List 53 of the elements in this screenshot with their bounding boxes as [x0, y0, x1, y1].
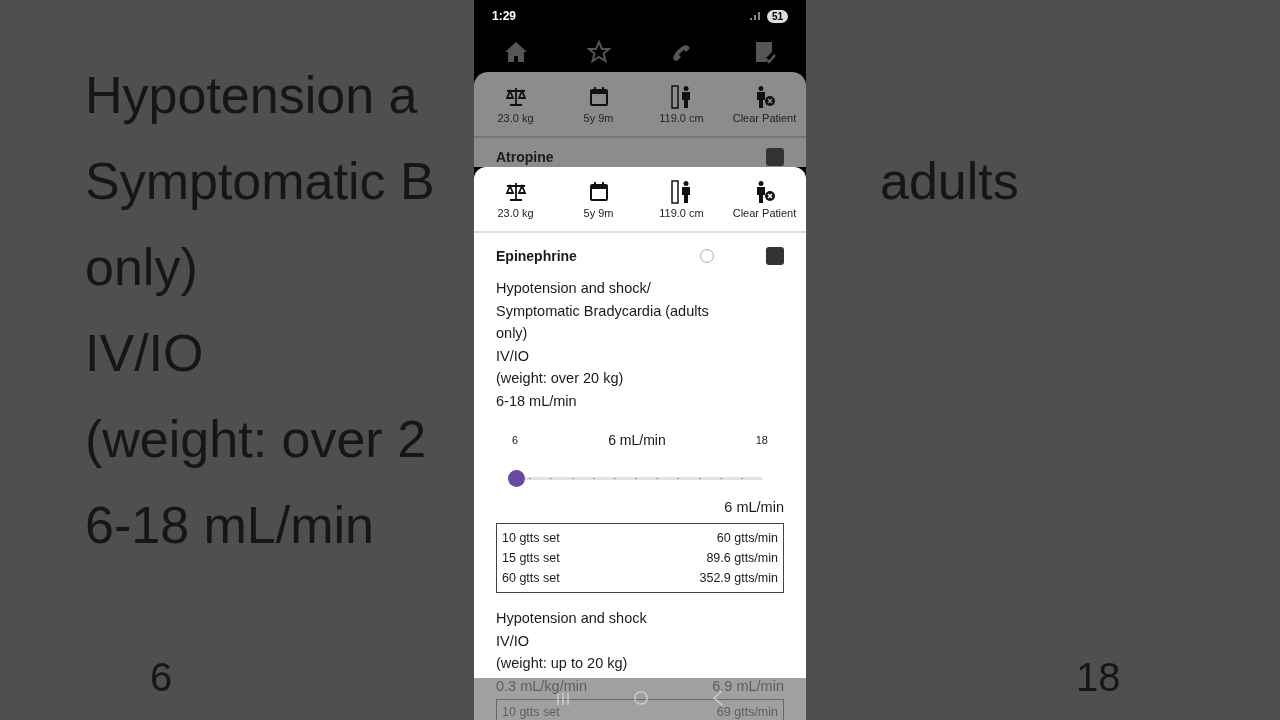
drug-name: Epinephrine: [496, 248, 578, 264]
home-icon: [503, 41, 528, 63]
patient-button[interactable]: 119.0 cm: [640, 179, 723, 219]
patient-button[interactable]: 23.0 kg: [474, 179, 557, 219]
patient-button[interactable]: 5y 9m: [557, 84, 640, 124]
patient-button[interactable]: 5y 9m: [557, 179, 640, 219]
checkbox[interactable]: [766, 148, 784, 166]
blurred-text: (weight: over 2: [85, 409, 427, 470]
patient-button[interactable]: Clear Patient: [723, 179, 806, 219]
back-icon[interactable]: [712, 690, 725, 706]
dose-text: 6-18 mL/min: [496, 391, 578, 411]
slider-max: 18: [755, 434, 768, 446]
dose-text: (weight: up to 20 kg): [496, 654, 629, 673]
slider-min: 6: [512, 434, 519, 446]
blurred-text: 18: [1075, 655, 1121, 701]
table-cell-text: 10 gtts set: [502, 530, 560, 547]
star-icon: [586, 40, 611, 64]
blurred-text: adults: [880, 151, 1019, 212]
home-button-icon[interactable]: [633, 690, 649, 706]
dose-text: Hypotension and shock: [496, 609, 648, 628]
dose-per-kg: 0.3 mL/kg/min: [496, 678, 588, 694]
table-cell-text: 69 gtts/min: [716, 703, 778, 720]
table-cell-text: 89.6 gtts/min: [706, 550, 778, 567]
dose-text: IV/IO: [496, 631, 531, 651]
patient-button[interactable]: 23.0 kg: [474, 84, 557, 124]
blurred-text: only): [85, 237, 198, 298]
table-cell-text: 10 gtts set: [502, 703, 560, 720]
signal-icon: [748, 11, 761, 21]
checkbox[interactable]: [766, 247, 784, 265]
slider-value: 6 mL/min: [608, 432, 666, 448]
dose-text: Symptomatic Bradycardia (adults only): [496, 301, 710, 343]
dose-text: (weight: over 20 kg): [496, 369, 625, 388]
patient-button[interactable]: 119.0 cm: [640, 84, 723, 124]
blurred-text: 6-18 mL/min: [85, 495, 374, 556]
dose-total: 6.9 mL/min: [712, 678, 784, 694]
clock: 1:29: [492, 9, 517, 23]
blurred-text: Hypotension a: [85, 65, 418, 126]
dose-text: Hypotension and shock/: [496, 279, 652, 298]
table-cell-text: 352.9 gtts/min: [699, 570, 778, 587]
dose-text: IV/IO: [496, 346, 531, 366]
table-cell-text: 15 gtts set: [502, 550, 560, 567]
blurred-text: IV/IO: [85, 323, 204, 384]
slider-track[interactable]: [508, 470, 762, 487]
blurred-text: 6: [149, 655, 173, 701]
slider-thumb[interactable]: [508, 470, 525, 487]
blurred-text: Symptomatic B: [85, 151, 435, 212]
dose-result: 6 mL/min: [723, 499, 784, 515]
drug-name: Atropine: [496, 149, 555, 165]
battery-badge: 51: [766, 9, 788, 23]
table-cell-text: 60 gtts set: [502, 570, 560, 587]
recent-apps-icon[interactable]: [555, 692, 570, 706]
table-cell-text: 60 gtts/min: [716, 530, 778, 547]
patient-button[interactable]: Clear Patient: [723, 84, 806, 124]
